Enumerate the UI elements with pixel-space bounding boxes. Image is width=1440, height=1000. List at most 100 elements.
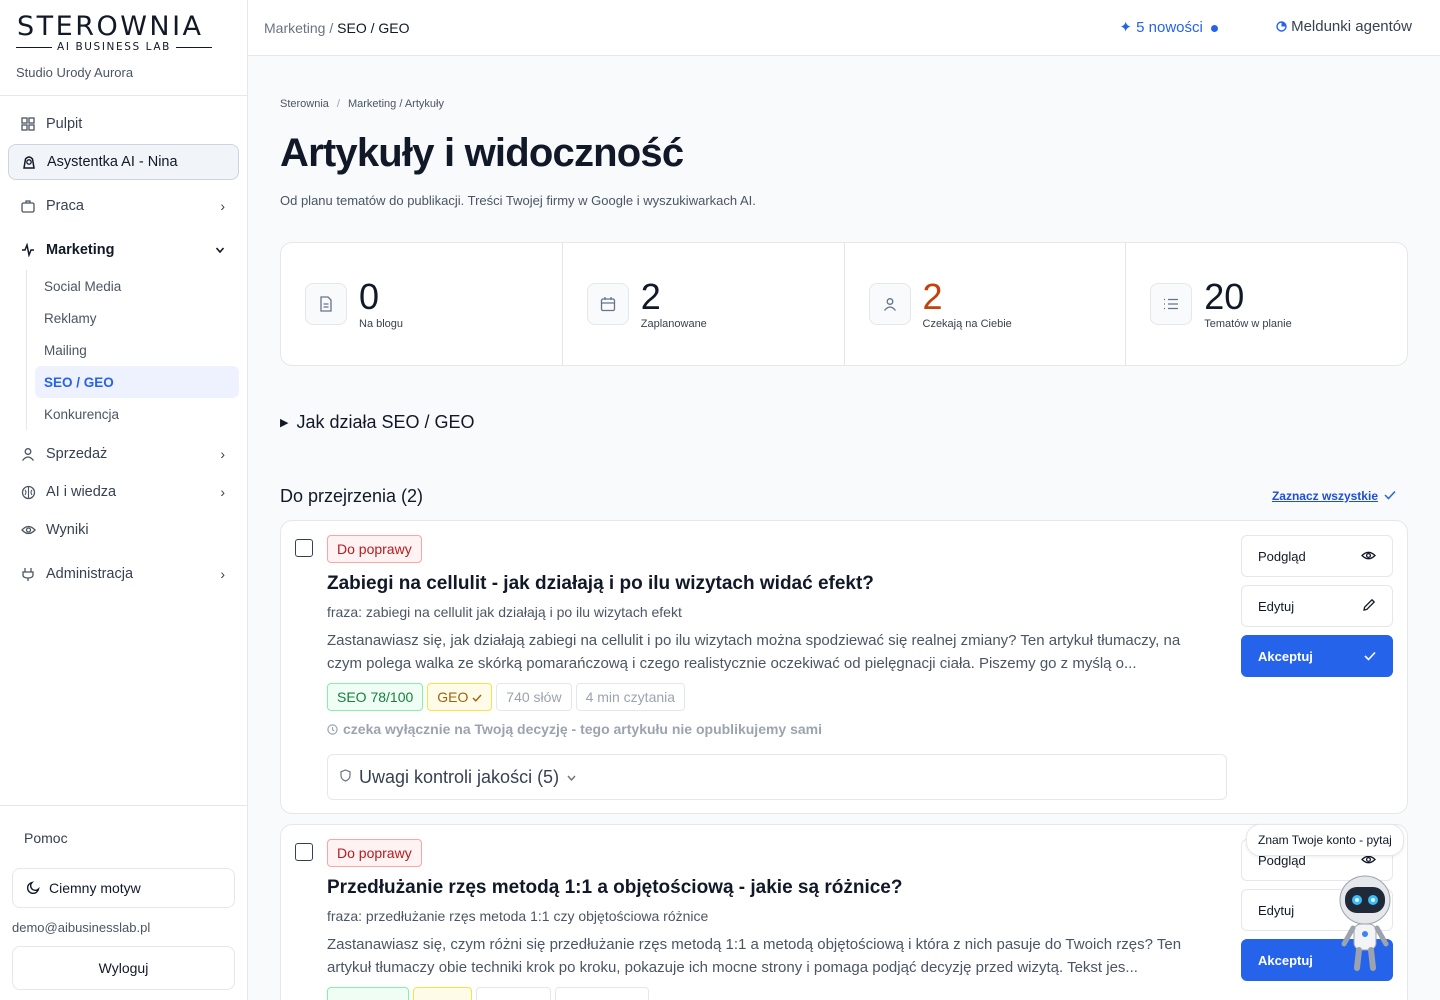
- dark-theme-button[interactable]: Ciemny motyw: [12, 868, 235, 908]
- sidebar-item-label: Marketing: [46, 242, 115, 258]
- stat-value: 20: [1204, 275, 1245, 317]
- page-title: Artykuły i widoczność: [280, 131, 684, 175]
- briefcase-icon: [20, 198, 36, 214]
- sidebar-item-assistant[interactable]: Asystentka AI - Nina: [8, 144, 239, 180]
- article-phrase: fraza: zabiegi na cellulit jak działają …: [327, 604, 682, 620]
- decision-note: czeka wyłącznie na Twoją decyzję - tego …: [327, 721, 822, 737]
- quality-notes-toggle[interactable]: Uwagi kontroli jakości (5): [327, 754, 1227, 800]
- sidebar-item-marketing[interactable]: Marketing: [8, 232, 239, 268]
- article-title[interactable]: Zabiegi na cellulit - jak działają i po …: [327, 573, 874, 595]
- robot-assistant-icon[interactable]: [1334, 872, 1396, 972]
- sidebar-item-administracja[interactable]: Administracja ›: [8, 556, 239, 592]
- geo-badge: [413, 987, 473, 1000]
- review-header: Do przejrzenia (2) Zaznacz wszystkie: [280, 484, 1408, 508]
- stat-label: Zaplanowane: [640, 317, 707, 330]
- agent-reports-button[interactable]: Meldunki agentów: [1276, 18, 1412, 35]
- article-tags: SEO 78/100 GEO 740 słów 4 min czytania: [327, 683, 686, 711]
- sidebar-item-label: Pulpit: [46, 116, 83, 132]
- edit-label: Edytuj: [1258, 598, 1295, 614]
- sparkle-icon: ✦: [1119, 19, 1132, 36]
- select-all-label: Zaznacz wszystkie: [1271, 489, 1378, 503]
- logo-subtitle: AI BUSINESS LAB: [57, 41, 171, 53]
- chevron-right-icon: ›: [220, 566, 225, 582]
- sidebar: STEROWNIA AI BUSINESS LAB Studio Urody A…: [0, 0, 248, 1000]
- marketing-subnav: Social Media Reklamy Mailing SEO / GEO K…: [26, 270, 239, 430]
- pie-icon: [1276, 18, 1291, 35]
- topbar: Marketing / SEO / GEO ✦ 5 nowości Meldun…: [248, 0, 1440, 56]
- triangle-right-icon: ▶: [280, 416, 289, 429]
- grid-icon: [20, 116, 36, 132]
- sidebar-nav: Pulpit Asystentka AI - Nina Praca › Mark…: [0, 96, 247, 592]
- pencil-icon: [1362, 598, 1376, 615]
- accept-label: Akceptuj: [1258, 952, 1313, 968]
- sidebar-footer: Pomoc Ciemny motyw demo@aibusinesslab.pl…: [0, 805, 247, 990]
- stat-label: Tematów w planie: [1204, 317, 1292, 330]
- eye-icon: [20, 522, 36, 538]
- page-description: Od planu tematów do publikacji. Treści T…: [280, 193, 756, 208]
- preview-button[interactable]: Podgląd: [1241, 535, 1393, 577]
- sidebar-item-sprzedaz[interactable]: Sprzedaż ›: [8, 436, 239, 472]
- article-excerpt: Zastanawiasz się, czym różni się przedłu…: [327, 936, 1182, 976]
- geo-badge: GEO: [427, 683, 493, 711]
- logout-button[interactable]: Wyloguj: [12, 946, 235, 990]
- subnav-social-media[interactable]: Social Media: [35, 270, 239, 302]
- geo-label: GEO: [437, 689, 469, 705]
- user-icon: [20, 446, 36, 462]
- sidebar-item-label: Praca: [46, 198, 84, 214]
- status-badge: Do poprawy: [327, 839, 422, 867]
- chevron-right-icon: ›: [220, 198, 225, 214]
- news-button[interactable]: ✦ 5 nowości: [1119, 18, 1218, 36]
- review-title: Do przejrzenia (2): [280, 485, 424, 506]
- sidebar-item-label: Sprzedaż: [46, 446, 108, 462]
- agent-reports-label: Meldunki agentów: [1291, 18, 1412, 35]
- breadcrumb-current: SEO / GEO: [337, 19, 410, 36]
- studio-name: Studio Urody Aurora: [16, 65, 134, 80]
- dark-theme-label: Ciemny motyw: [49, 880, 141, 896]
- accept-button[interactable]: Akceptuj: [1241, 635, 1393, 677]
- check-icon: [472, 689, 482, 705]
- breadcrumb-root[interactable]: Sterownia: [280, 98, 329, 110]
- moon-icon: [26, 880, 41, 897]
- logo-sub-row: AI BUSINESS LAB: [16, 41, 212, 53]
- robot-icon: [21, 154, 37, 170]
- logo-divider: [16, 46, 53, 48]
- person-icon: [868, 283, 911, 325]
- article-checkbox[interactable]: [295, 843, 313, 861]
- sidebar-item-label: Wyniki: [46, 522, 89, 538]
- sidebar-item-pulpit[interactable]: Pulpit: [8, 106, 239, 142]
- breadcrumb-path[interactable]: Marketing / Artykuły: [348, 98, 444, 110]
- sidebar-item-label: Asystentka AI - Nina: [47, 154, 178, 170]
- unread-dot: [1211, 24, 1218, 32]
- clock-icon: [327, 721, 338, 737]
- article-checkbox[interactable]: [295, 539, 313, 557]
- stat-label: Czekają na Ciebie: [922, 317, 1012, 330]
- assistant-tooltip[interactable]: Znam Twoje konto - pytaj: [1246, 824, 1404, 856]
- activity-icon: [20, 242, 36, 258]
- chevron-down-icon: [567, 770, 576, 784]
- help-link[interactable]: Pomoc: [12, 830, 235, 848]
- article-excerpt: Zastanawiasz się, jak działają zabiegi n…: [327, 632, 1181, 672]
- sidebar-item-praca[interactable]: Praca ›: [8, 188, 239, 224]
- brand: STEROWNIA AI BUSINESS LAB Studio Urody A…: [0, 0, 247, 96]
- sidebar-item-ai-wiedza[interactable]: AI i wiedza ›: [8, 474, 239, 510]
- subnav-mailing[interactable]: Mailing: [35, 334, 239, 366]
- seo-score-badge: [327, 987, 410, 1000]
- subnav-reklamy[interactable]: Reklamy: [35, 302, 239, 334]
- edit-button[interactable]: Edytuj: [1241, 585, 1393, 627]
- logo-divider: [175, 46, 212, 48]
- logo[interactable]: STEROWNIA: [16, 13, 231, 40]
- chevron-down-icon: [215, 242, 225, 258]
- subnav-seo-geo[interactable]: SEO / GEO: [35, 366, 239, 398]
- subnav-konkurencja[interactable]: Konkurencja: [35, 398, 239, 430]
- article-title[interactable]: Przedłużanie rzęs metodą 1:1 a objętości…: [327, 877, 902, 899]
- stat-waiting: 2 Czekają na Ciebie: [845, 243, 1127, 365]
- breadcrumb-parent[interactable]: Marketing: [264, 20, 325, 36]
- main-content: Sterownia / Marketing / Artykuły Artykuły …: [280, 56, 1408, 508]
- page-breadcrumb: Sterownia / Marketing / Artykuły: [280, 98, 444, 110]
- stat-value: 2: [640, 275, 661, 317]
- check-icon: [1364, 649, 1376, 664]
- how-it-works-toggle[interactable]: ▶ Jak działa SEO / GEO: [280, 412, 1408, 432]
- sidebar-item-wyniki[interactable]: Wyniki: [8, 512, 239, 548]
- sidebar-item-label: AI i wiedza: [46, 484, 117, 500]
- select-all-link[interactable]: Zaznacz wszystkie: [1272, 489, 1396, 503]
